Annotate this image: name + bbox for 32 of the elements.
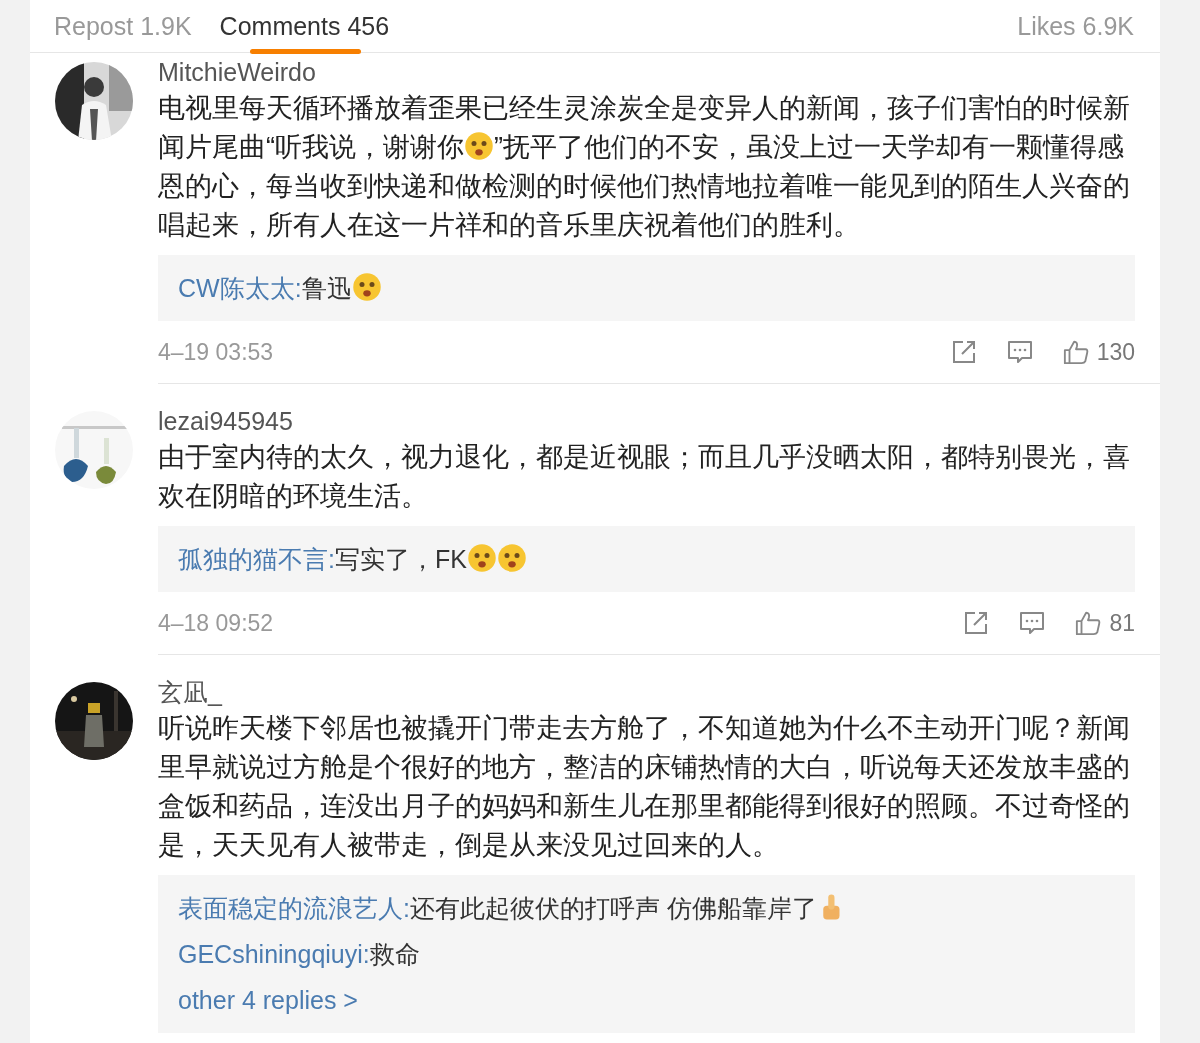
comment-text: 由于室内待的太久，视力退化，都是近视眼；而且几乎没晒太阳，都特别畏光，喜欢在阴暗的环境生活。 <box>158 441 1131 513</box>
comment-text: 电视里每天循环播放着歪果已经生灵涂炭全是变异人的新闻，孩子们害怕的时候新闻片尾曲“听我说，谢谢你 ”抚平了他们的不安，虽没上过一天学却有一颗懂得感恩的心，每当收到快递和做检测的时候他们热情地拉着唯一能见到的陌生人兴奋的唱起来，所有人在这一片祥和的音乐里庆祝着他们的胜利。 <box>158 92 1131 242</box>
tab[interactable]: Repost 1.9K <box>54 0 192 52</box>
more-replies-link[interactable]: other 4 replies > <box>178 977 1115 1023</box>
comment-icon[interactable] <box>1006 339 1033 365</box>
timestamp: 4–18 09:52 <box>158 609 275 637</box>
reply-author[interactable]: CW陈太太: <box>178 274 302 302</box>
like-count: 130 <box>1096 338 1135 366</box>
comment-text: 听说昨天楼下邻居也被撬开门带走去方舱了，不知道她为什么不主动开门呢？新闻里早就说过方舱是个很好的地方，整洁的床铺热情的大白，听说每天还发放丰盛的盒饭和药品，连没出月子的妈妈和新生儿在那里都能得到很好的照顾。不过奇怪的是，天天见有人被带走，倒是从来没见过回来的人。 <box>158 712 1131 862</box>
reply-text: GECshiningqiuyi:救命 <box>178 939 421 970</box>
username[interactable]: 玄凪_ <box>158 677 1135 707</box>
emoji-face-icon <box>496 543 527 573</box>
tab[interactable]: Comments 456 <box>219 0 390 52</box>
like-icon[interactable] <box>1075 610 1102 636</box>
like-icon[interactable] <box>1062 339 1089 365</box>
username[interactable]: MitchieWeirdo <box>158 57 1135 87</box>
emoji-face-icon <box>466 543 497 573</box>
comment-icon[interactable] <box>1019 610 1046 636</box>
like-count: 81 <box>1109 609 1135 637</box>
reply-text: 表面稳定的流浪艺人:还有此起彼伏的打呼声 仿佛船靠岸了 <box>178 885 1115 931</box>
share-icon[interactable] <box>963 610 990 636</box>
share-icon[interactable] <box>950 339 977 365</box>
reply-author[interactable]: GECshiningqiuyi: <box>178 940 370 968</box>
timestamp: 4–19 03:53 <box>158 338 275 366</box>
reply-author[interactable]: 表面稳定的流浪艺人: <box>178 894 410 922</box>
emoji-face-icon <box>351 272 382 302</box>
tab[interactable]: Likes 6.9K <box>1017 0 1134 52</box>
reply-author[interactable]: 孤独的猫不言: <box>178 545 335 573</box>
reply-text: CW陈太太:鲁迅 <box>178 265 1115 311</box>
reply-text: 孤独的猫不言:写实了，FK <box>178 536 1115 582</box>
emoji-face-icon <box>464 131 494 161</box>
username[interactable]: lezai945945 <box>158 406 1135 436</box>
